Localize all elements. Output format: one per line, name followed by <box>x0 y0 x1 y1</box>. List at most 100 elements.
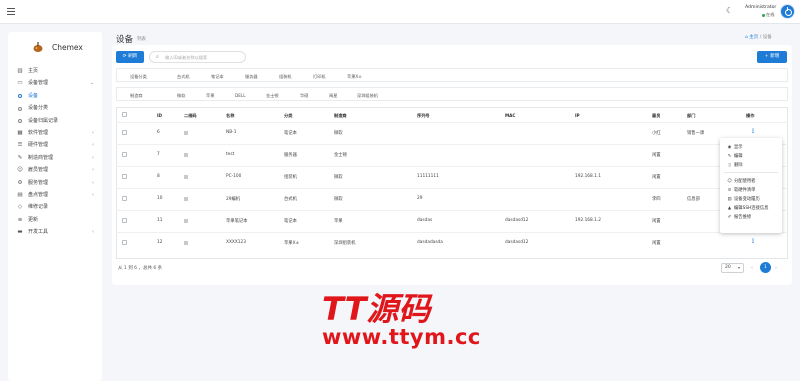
filter-vendor-option[interactable]: 闽星 <box>329 93 337 99</box>
add-device-button[interactable]: + 新增 <box>757 51 787 63</box>
cell-staff: 闲置 <box>652 219 661 224</box>
circle-icon <box>18 119 22 124</box>
dropdown-item-edit[interactable]: ✎ 编辑 <box>727 153 743 159</box>
row-checkbox[interactable] <box>122 152 127 157</box>
filter-category-option[interactable]: 笔记本 <box>211 74 224 80</box>
dropdown-item-assign-user[interactable]: ☺ 分配使用者 <box>727 178 755 184</box>
row-actions-menu-icon[interactable]: ⋮ <box>750 128 756 135</box>
qrcode-icon[interactable] <box>184 241 188 245</box>
cell-category: 苹果X± <box>284 241 300 246</box>
next-page-button[interactable]: › <box>775 265 777 271</box>
dropdown-item-label: 删除 <box>734 163 743 168</box>
dark-mode-icon[interactable]: ☾ <box>726 7 734 15</box>
sidebar-item-device-management[interactable]: ▭ 设备管理 ⌄ <box>8 77 102 89</box>
qrcode-icon[interactable] <box>184 175 188 179</box>
plus-icon: + <box>764 54 769 59</box>
qrcode-icon[interactable] <box>184 131 188 135</box>
column-header[interactable]: ID <box>157 113 162 118</box>
dropdown-item-hw-sw-list[interactable]: ≡ 软硬件清单 <box>727 187 756 193</box>
dropdown-item-delete[interactable]: ▯ 删除 <box>727 162 743 168</box>
sidebar-item-software[interactable]: ▦ 软件管理 ‹ <box>8 127 102 139</box>
sidebar-item-service[interactable]: ⚙ 服务管理 ‹ <box>8 177 102 189</box>
sidebar-item-vendor[interactable]: ✎ 制造商管理 ‹ <box>8 152 102 164</box>
filter-vendor-option[interactable]: DELL <box>235 93 246 98</box>
menu-toggle-icon[interactable] <box>7 8 15 15</box>
circle-icon <box>18 106 22 111</box>
filter-vendor-option[interactable]: 金士顿 <box>266 93 279 99</box>
sidebar-item-device-category[interactable]: 设备分类 <box>8 102 102 114</box>
filter-vendor-option[interactable]: 深圳组装机 <box>357 93 378 99</box>
sidebar-item-label: 更新 <box>28 216 39 223</box>
qrcode-icon[interactable] <box>184 197 188 201</box>
select-all-checkbox[interactable] <box>122 112 127 117</box>
row-checkbox[interactable] <box>122 130 127 135</box>
sidebar-item-update[interactable]: ≡ 更新 <box>8 214 102 226</box>
dropdown-item-label: 软硬件清单 <box>734 188 756 193</box>
row-checkbox[interactable] <box>122 218 127 223</box>
chevron-left-icon: ‹ <box>92 154 94 161</box>
dropdown-item-ssh[interactable]: ▲ 编辑SSH连接信息 <box>727 205 769 211</box>
cell-staff: 闲置 <box>652 153 661 158</box>
row-checkbox[interactable] <box>122 174 127 179</box>
filter-vendor-option[interactable]: 华硕 <box>300 93 308 99</box>
search-input[interactable]: ⌕ 输入ID或者名称以搜索 <box>149 51 246 63</box>
sidebar-item-devices[interactable]: 设备 <box>8 90 102 102</box>
sidebar-item-inventory[interactable]: ▤ 盘点管理 ‹ <box>8 189 102 201</box>
page-size-select[interactable]: 20 ▾ <box>721 263 744 273</box>
row-checkbox[interactable] <box>122 240 127 245</box>
sidebar-nav: ▥ 主页 ▭ 设备管理 ⌄ 设备 设备分类 设备归属记录 ▦ 软件管理 ‹ ☰ 硬件管理 ‹ … <box>8 65 102 238</box>
column-header: 雇员 <box>652 113 661 118</box>
tool-icon: ✎ <box>17 154 23 161</box>
filter-category-option[interactable]: 台式机 <box>177 74 190 80</box>
wrench-icon: ✐ <box>727 215 732 220</box>
cell-staff: 小红 <box>652 131 661 136</box>
cell-serial: 11111111 <box>417 174 439 179</box>
user-avatar-power-icon[interactable] <box>780 4 795 19</box>
cell-serial: dasdadasda <box>417 240 443 245</box>
sidebar-item-repair[interactable]: ◇ 维修记录 <box>8 201 102 213</box>
chevron-left-icon: ‹ <box>92 142 94 149</box>
cell-name: 29编机 <box>226 197 241 202</box>
cell-id: 12 <box>157 240 163 245</box>
server-icon: ☰ <box>17 142 23 149</box>
dropdown-item-show[interactable]: ◉ 显示 <box>727 144 743 150</box>
user-name[interactable]: Administrator <box>745 5 776 10</box>
watermark-title: TT源码 <box>322 290 433 328</box>
refresh-button[interactable]: ⟳ 刷新 <box>116 51 144 63</box>
sidebar-item-home[interactable]: ▥ 主页 <box>8 65 102 77</box>
qrcode-icon[interactable] <box>184 153 188 157</box>
sidebar-item-devtools[interactable]: ▬ 开发工具 ‹ <box>8 226 102 238</box>
filter-category-option[interactable]: 打印机 <box>313 74 326 80</box>
filter-category-option[interactable]: 服务器 <box>245 74 258 80</box>
pencil-icon: ✎ <box>727 154 732 159</box>
sidebar-item-label: 盘点管理 <box>28 191 49 198</box>
cell-staff: 闲置 <box>652 175 661 180</box>
dropdown-item-report-repair[interactable]: ✐ 报告维修 <box>727 214 752 220</box>
row-divider <box>116 166 788 167</box>
sidebar-item-hardware[interactable]: ☰ 硬件管理 ‹ <box>8 139 102 151</box>
row-divider <box>116 210 788 211</box>
previous-page-button[interactable]: ‹ <box>751 265 753 271</box>
sidebar-item-label: 设备分类 <box>28 105 49 112</box>
filter-category-option[interactable]: 苹果X± <box>347 74 362 80</box>
row-checkbox[interactable] <box>122 196 127 201</box>
filter-category-option[interactable]: 组装机 <box>279 74 292 80</box>
cog-icon: ⚙ <box>17 179 23 186</box>
breadcrumb-home[interactable]: ⌂ 主页 <box>745 35 758 40</box>
sidebar-item-device-ownership[interactable]: 设备归属记录 <box>8 115 102 127</box>
filter-category-label: 设备分类 <box>130 73 147 79</box>
sidebar-item-staff[interactable]: ☺ 雇员管理 ‹ <box>8 164 102 176</box>
filter-vendor-option[interactable]: 微软 <box>177 93 185 99</box>
dropdown-item-change-history[interactable]: ▤ 设备变动履历 <box>727 196 759 202</box>
qrcode-icon[interactable] <box>184 219 188 223</box>
cell-dept: 信息部 <box>687 197 700 202</box>
cell-name: PC-100 <box>226 174 242 179</box>
add-label: 新增 <box>770 54 780 59</box>
current-page-button[interactable]: 1 <box>760 262 771 273</box>
row-actions-menu-icon[interactable]: ⋮ <box>750 238 756 245</box>
sidebar-item-label: 服务管理 <box>28 179 49 186</box>
filter-vendor-option[interactable]: 苹果 <box>206 93 214 99</box>
trash-icon: ▯ <box>728 163 731 168</box>
dropdown-item-label: 报告维修 <box>734 215 752 220</box>
row-divider <box>116 188 788 189</box>
